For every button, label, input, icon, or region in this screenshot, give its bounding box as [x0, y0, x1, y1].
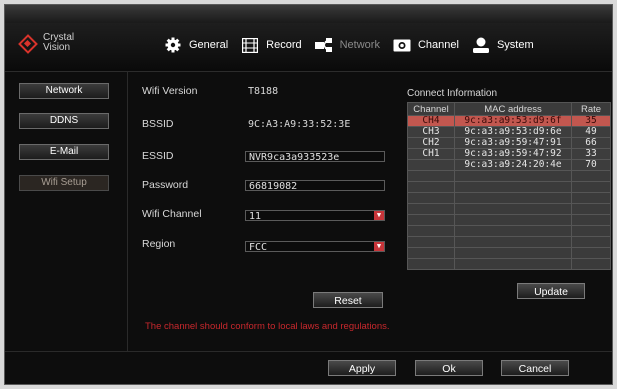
tab-system[interactable]: System — [471, 36, 534, 54]
tab-record[interactable]: Record — [240, 36, 302, 54]
table-row-empty — [407, 258, 611, 270]
update-button[interactable]: Update — [517, 283, 585, 299]
chevron-down-icon[interactable]: ▼ — [374, 242, 384, 251]
region-value: FCC — [249, 242, 268, 253]
table-row-empty — [407, 181, 611, 193]
cancel-button[interactable]: Cancel — [501, 360, 569, 376]
sidebar-item-email[interactable]: E-Mail — [19, 144, 109, 160]
column-header-rate: Rate — [571, 102, 611, 116]
table-row[interactable]: CH2 9c:a3:a9:59:47:91 66 — [407, 137, 611, 149]
tab-channel-label: Channel — [417, 39, 459, 51]
tab-record-label: Record — [266, 39, 302, 51]
brand-line-2: Vision — [43, 42, 71, 53]
sidebar: Network DDNS E-Mail Wifi Setup — [9, 71, 128, 351]
table-row-empty — [407, 214, 611, 226]
cell-channel: CH2 — [407, 137, 455, 149]
wifi-channel-value: 11 — [249, 211, 262, 222]
region-select[interactable]: FCC ▼ — [245, 241, 385, 253]
cell-mac: 9c:a3:a9:59:47:92 — [454, 148, 572, 160]
essid-field[interactable]: NVR9ca3a933523e — [245, 151, 385, 163]
wifi-channel-label: Wifi Channel — [142, 208, 202, 220]
wifi-channel-select[interactable]: 11 ▼ — [245, 210, 385, 222]
cell-channel: CH1 — [407, 148, 455, 160]
header: Crystal Vision General Record Network Ch… — [5, 23, 612, 72]
table-row[interactable]: CH3 9c:a3:a9:53:d9:6e 49 — [407, 126, 611, 138]
table-row[interactable]: 9c:a3:a9:24:20:4e 70 — [407, 159, 611, 171]
cell-mac: 9c:a3:a9:53:d9:6f — [454, 115, 572, 127]
tab-system-label: System — [496, 39, 534, 51]
sidebar-item-network[interactable]: Network — [19, 83, 109, 99]
film-icon — [240, 36, 260, 54]
table-row-empty — [407, 192, 611, 204]
table-row-empty — [407, 225, 611, 237]
cell-rate: 49 — [571, 126, 611, 138]
table-row-empty — [407, 170, 611, 182]
cell-mac: 9c:a3:a9:24:20:4e — [454, 159, 572, 171]
brand-logo-icon — [19, 35, 35, 51]
chevron-down-icon[interactable]: ▼ — [374, 211, 384, 220]
cell-rate: 66 — [571, 137, 611, 149]
sidebar-item-ddns[interactable]: DDNS — [19, 113, 109, 129]
cell-channel: CH3 — [407, 126, 455, 138]
connect-info-title: Connect Information — [407, 88, 498, 99]
password-field[interactable]: 66819082 — [245, 180, 385, 192]
brand-logo: Crystal Vision — [19, 33, 74, 53]
column-header-channel: Channel — [407, 102, 455, 116]
column-header-mac: MAC address — [454, 102, 572, 116]
table-header-row: Channel MAC address Rate — [407, 102, 611, 116]
network-setup-window: Crystal Vision General Record Network Ch… — [4, 4, 613, 385]
wifi-version-value: T8188 — [248, 86, 279, 97]
cell-mac: 9c:a3:a9:53:d9:6e — [454, 126, 572, 138]
tab-network-label: Network — [339, 39, 380, 51]
cell-rate: 70 — [571, 159, 611, 171]
apply-button[interactable]: Apply — [328, 360, 396, 376]
channel-warning-text: The channel should conform to local laws… — [145, 321, 390, 332]
tab-general[interactable]: General — [163, 36, 228, 54]
password-label: Password — [142, 179, 189, 191]
title-strip — [5, 5, 612, 23]
cell-mac: 9c:a3:a9:59:47:91 — [454, 137, 572, 149]
table-row-empty — [407, 247, 611, 259]
camera-icon — [392, 36, 412, 54]
table-row-empty — [407, 203, 611, 215]
table-row[interactable]: CH1 9c:a3:a9:59:47:92 33 — [407, 148, 611, 160]
tab-general-label: General — [189, 39, 229, 51]
sidebar-item-wifi-setup[interactable]: Wifi Setup — [19, 175, 109, 191]
connect-info-table: Channel MAC address Rate CH4 9c:a3:a9:53… — [407, 102, 611, 270]
wifi-version-label: Wifi Version — [142, 85, 198, 97]
network-icon — [314, 36, 334, 54]
cell-rate: 35 — [571, 115, 611, 127]
table-row[interactable]: CH4 9c:a3:a9:53:d9:6f 35 — [407, 115, 611, 127]
footer-bar: Apply Ok Cancel — [5, 351, 612, 384]
cell-rate: 33 — [571, 148, 611, 160]
essid-label: ESSID — [142, 150, 174, 162]
bssid-value: 9C:A3:A9:33:52:3E — [248, 119, 351, 130]
reset-button[interactable]: Reset — [313, 292, 383, 308]
table-row-empty — [407, 236, 611, 248]
cell-channel — [407, 159, 455, 171]
user-icon — [471, 36, 491, 54]
ok-button[interactable]: Ok — [415, 360, 483, 376]
tab-network[interactable]: Network — [314, 36, 380, 54]
bssid-label: BSSID — [142, 118, 174, 130]
main-tabs: General Record Network Channel System — [163, 36, 546, 54]
brand-text: Crystal Vision — [43, 33, 74, 53]
region-label: Region — [142, 238, 176, 250]
tab-channel[interactable]: Channel — [392, 36, 459, 54]
cell-channel: CH4 — [407, 115, 455, 127]
gear-icon — [163, 36, 183, 54]
